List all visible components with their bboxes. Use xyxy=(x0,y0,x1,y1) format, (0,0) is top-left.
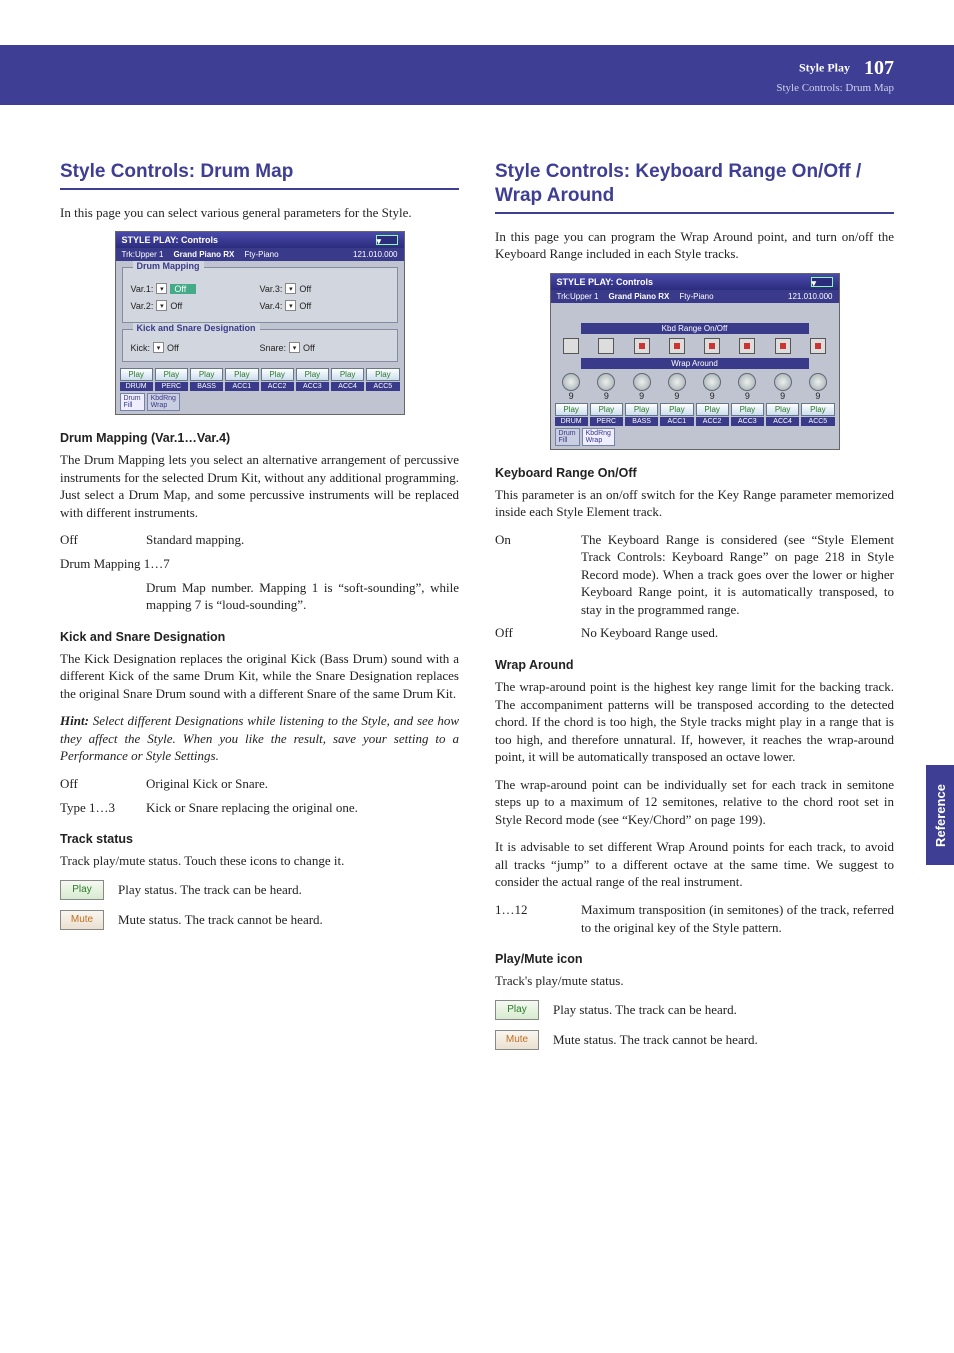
knob-icon xyxy=(597,373,615,391)
mute-icon: Mute xyxy=(495,1030,539,1050)
panel-kick-snare: Kick and Snare Designation xyxy=(133,323,260,333)
dropdown-icon: ▾ xyxy=(153,342,164,353)
heading-drum-map: Style Controls: Drum Map xyxy=(60,160,459,184)
shot-title: STYLE PLAY: Controls xyxy=(557,277,654,287)
def-term: 1…12 xyxy=(495,901,581,936)
heading-kbd-range: Style Controls: Keyboard Range On/Off / … xyxy=(495,160,894,208)
shot-num: 121.010.000 xyxy=(353,250,398,259)
def-term: Off xyxy=(60,531,146,549)
knob-icon xyxy=(738,373,756,391)
checkbox-off-icon xyxy=(598,338,614,354)
right-column: Style Controls: Keyboard Range On/Off / … xyxy=(495,160,894,1060)
icon-desc: Mute status. The track cannot be heard. xyxy=(553,1032,758,1048)
checkbox-on-icon xyxy=(634,338,650,354)
strip-kbd-range: Kbd Range On/Off xyxy=(581,323,809,334)
icon-desc: Play status. The track can be heard. xyxy=(553,1002,737,1018)
play-icon: Play xyxy=(495,1000,539,1020)
shot-patch: Fty-Piano xyxy=(244,250,278,259)
shot-trk: Trk:Upper 1 xyxy=(122,250,164,259)
mute-icon: Mute xyxy=(60,910,104,930)
menu-icon: ▾ xyxy=(376,235,398,245)
hint-text: Hint: Select different Designations whil… xyxy=(60,712,459,765)
menu-icon: ▾ xyxy=(811,277,833,287)
text: Track's play/mute status. xyxy=(495,972,894,990)
checkbox-on-icon xyxy=(810,338,826,354)
knob-icon xyxy=(668,373,686,391)
dropdown-icon: ▾ xyxy=(289,342,300,353)
knob-icon xyxy=(562,373,580,391)
def-term: Type 1…3 xyxy=(60,799,146,817)
play-row: PlayPlayPlayPlayPlayPlayPlayPlay xyxy=(116,368,404,381)
def-term: Off xyxy=(495,624,581,642)
header-bar: Style Play 107 Style Controls: Drum Map xyxy=(0,45,954,105)
header-section: Style Play xyxy=(799,60,850,74)
subhead-play-mute-icon: Play/Mute icon xyxy=(495,952,894,966)
dropdown-icon: ▾ xyxy=(285,300,296,311)
knob-icon xyxy=(703,373,721,391)
subhead-wrap-around: Wrap Around xyxy=(495,658,894,672)
dropdown-icon: ▾ xyxy=(156,300,167,311)
knob-icon xyxy=(809,373,827,391)
header-crumb: Style Play 107 xyxy=(0,57,894,80)
knob-icon xyxy=(633,373,651,391)
def-term: Off xyxy=(60,775,146,793)
page-number: 107 xyxy=(864,57,894,79)
def-term: Drum Mapping 1…7 xyxy=(60,555,178,573)
checkbox-on-icon xyxy=(669,338,685,354)
columns: Style Controls: Drum Map In this page yo… xyxy=(60,160,894,1060)
def-desc: The Keyboard Range is considered (see “S… xyxy=(581,531,894,619)
subhead-kick-snare: Kick and Snare Designation xyxy=(60,630,459,644)
text: It is advisable to set different Wrap Ar… xyxy=(495,838,894,891)
def-desc: Original Kick or Snare. xyxy=(146,775,459,793)
shot-sound: Grand Piano RX xyxy=(173,250,234,259)
def-desc: Maximum transposition (in semitones) of … xyxy=(581,901,894,936)
left-column: Style Controls: Drum Map In this page yo… xyxy=(60,160,459,1060)
icon-desc: Mute status. The track cannot be heard. xyxy=(118,912,323,928)
screenshot-kbd-range: STYLE PLAY: Controls▾ Trk:Upper 1Grand P… xyxy=(550,273,840,450)
def-desc: Kick or Snare replacing the original one… xyxy=(146,799,459,817)
subhead-track-status: Track status xyxy=(60,832,459,846)
rule xyxy=(495,212,894,214)
icon-desc: Play status. The track can be heard. xyxy=(118,882,302,898)
text: The Drum Mapping lets you select an alte… xyxy=(60,451,459,521)
def-desc: Drum Map number. Mapping 1 is “soft-soun… xyxy=(146,579,459,614)
page: Style Play 107 Style Controls: Drum Map … xyxy=(0,45,954,1353)
def-desc: No Keyboard Range used. xyxy=(581,624,894,642)
checkbox-on-icon xyxy=(739,338,755,354)
subhead-kbd-range-onoff: Keyboard Range On/Off xyxy=(495,466,894,480)
subhead-drum-mapping: Drum Mapping (Var.1…Var.4) xyxy=(60,431,459,445)
text: The wrap-around point is the highest key… xyxy=(495,678,894,766)
dropdown-icon: ▾ xyxy=(285,283,296,294)
side-tab-label: Reference xyxy=(933,784,948,847)
play-icon: Play xyxy=(60,880,104,900)
text: This parameter is an on/off switch for t… xyxy=(495,486,894,521)
panel-drum-mapping: Drum Mapping xyxy=(133,261,204,271)
checkbox-on-icon xyxy=(704,338,720,354)
side-tab-reference: Reference xyxy=(926,765,954,865)
shot-title: STYLE PLAY: Controls xyxy=(122,235,219,245)
screenshot-drum-map: STYLE PLAY: Controls ▾ Trk:Upper 1 Grand P… xyxy=(115,231,405,415)
checkbox-off-icon xyxy=(563,338,579,354)
text: The wrap-around point can be individuall… xyxy=(495,776,894,829)
def-term: On xyxy=(495,531,581,619)
text: Track play/mute status. Touch these icon… xyxy=(60,852,459,870)
dropdown-icon: ▾ xyxy=(156,283,167,294)
knob-icon xyxy=(774,373,792,391)
rule xyxy=(60,188,459,190)
checkbox-on-icon xyxy=(775,338,791,354)
header-breadcrumb: Style Controls: Drum Map xyxy=(0,82,894,94)
text: The Kick Designation replaces the origin… xyxy=(60,650,459,703)
strip-wrap-around: Wrap Around xyxy=(581,358,809,369)
def-desc: Standard mapping. xyxy=(146,531,459,549)
intro-text: In this page you can select various gene… xyxy=(60,204,459,222)
label-row: DRUMPERCBASSACC1ACC2ACC3ACC4ACC5 xyxy=(116,381,404,392)
intro-text: In this page you can program the Wrap Ar… xyxy=(495,228,894,263)
